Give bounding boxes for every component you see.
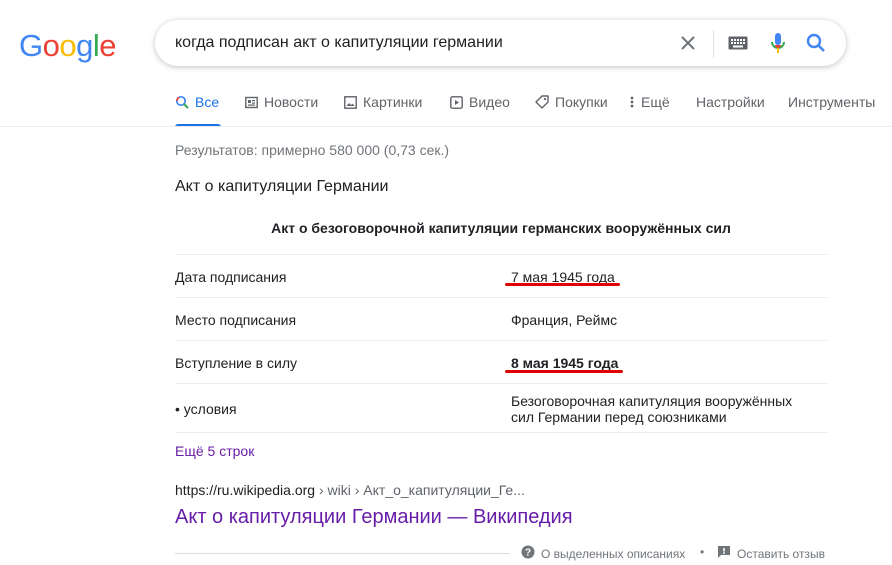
footer-divider <box>175 553 510 554</box>
table-row: • условия Безоговорочная капитуляция воо… <box>175 383 827 433</box>
keyboard-icon[interactable] <box>725 30 751 56</box>
url-breadcrumb: › wiki › Акт_о_капитуляции_Ге... <box>315 482 525 498</box>
table-bottom-border <box>175 432 827 433</box>
tab-tools[interactable]: Инструменты <box>788 94 875 127</box>
row-key: Вступление в силу <box>175 355 297 371</box>
feedback-icon <box>717 545 731 562</box>
table-heading: Акт о безоговорочной капитуляции германс… <box>271 220 731 236</box>
featured-snippets-info[interactable]: ? О выделенных описаниях <box>521 545 685 562</box>
logo-letter: o <box>42 28 60 63</box>
logo-letter: o <box>59 28 77 63</box>
row-value: Безоговорочная капитуляция вооружённых с… <box>511 393 811 425</box>
row-value-line: Безоговорочная капитуляция вооружённых <box>511 393 793 409</box>
row-value-line: сил Германии перед союзниками <box>511 409 727 425</box>
search-input[interactable]: когда подписан акт о капитуляции германи… <box>175 34 503 52</box>
footer-separator: • <box>700 545 704 559</box>
tabs-divider <box>0 126 892 127</box>
table-row: Дата подписания 7 мая 1945 года <box>175 254 827 298</box>
svg-text:?: ? <box>525 548 531 559</box>
help-icon: ? <box>521 545 535 562</box>
row-key: • условия <box>175 401 237 417</box>
more-vert-icon <box>629 94 635 110</box>
highlight-underline <box>505 283 620 286</box>
table-row: Вступление в силу 8 мая 1945 года <box>175 340 827 384</box>
clear-icon[interactable] <box>675 30 701 56</box>
tab-label: Ещё <box>641 94 670 110</box>
row-key: Дата подписания <box>175 269 287 285</box>
row-key: Место подписания <box>175 312 297 328</box>
snippet-title: Акт о капитуляции Германии <box>175 178 389 195</box>
more-rows-link[interactable]: Ещё 5 строк <box>175 443 254 459</box>
feedback-label: Оставить отзыв <box>737 546 825 561</box>
tab-label: Покупки <box>555 94 608 110</box>
google-logo[interactable]: Google <box>19 28 117 64</box>
about-snippets-link: О выделенных описаниях <box>541 546 686 561</box>
microphone-icon[interactable] <box>765 30 791 56</box>
tab-label: Видео <box>469 94 510 110</box>
tab-news[interactable]: Новости <box>244 94 318 127</box>
tab-shopping[interactable]: Покупки <box>535 94 608 127</box>
tab-all[interactable]: Все <box>175 94 219 127</box>
url-domain: https://ru.wikipedia.org <box>175 482 316 498</box>
image-icon <box>343 94 357 110</box>
logo-letter: e <box>99 28 117 63</box>
result-title-link[interactable]: Акт о капитуляции Германии — Википедия <box>175 506 573 529</box>
tab-label: Картинки <box>363 94 423 110</box>
result-stats: Результатов: примерно 580 000 (0,73 сек.… <box>175 142 450 158</box>
tab-label: Настройки <box>696 94 765 110</box>
tab-label: Инструменты <box>788 94 876 110</box>
video-icon <box>449 94 463 110</box>
search-icon <box>175 94 189 110</box>
tab-video[interactable]: Видео <box>449 94 510 127</box>
tab-more[interactable]: Ещё <box>629 94 670 127</box>
tag-icon <box>535 94 549 110</box>
feedback-button[interactable]: Оставить отзыв <box>717 545 825 562</box>
search-box[interactable]: когда подписан акт о капитуляции германи… <box>155 20 846 66</box>
highlight-underline <box>505 370 623 373</box>
tab-label: Новости <box>264 94 319 110</box>
tab-label: Все <box>195 94 220 110</box>
row-value: 8 мая 1945 года <box>511 355 619 371</box>
row-value: Франция, Реймс <box>511 312 618 328</box>
separator-dot: • <box>700 545 705 559</box>
logo-letter: g <box>76 28 93 63</box>
tab-settings[interactable]: Настройки <box>696 94 765 127</box>
logo-letter: G <box>19 28 43 63</box>
table-row: Место подписания Франция, Реймс <box>175 297 827 341</box>
search-divider <box>713 30 714 58</box>
result-url[interactable]: https://ru.wikipedia.org › wiki › Акт_о_… <box>175 482 525 498</box>
search-icon[interactable] <box>803 30 829 56</box>
news-icon <box>244 94 258 110</box>
tab-images[interactable]: Картинки <box>343 94 422 127</box>
